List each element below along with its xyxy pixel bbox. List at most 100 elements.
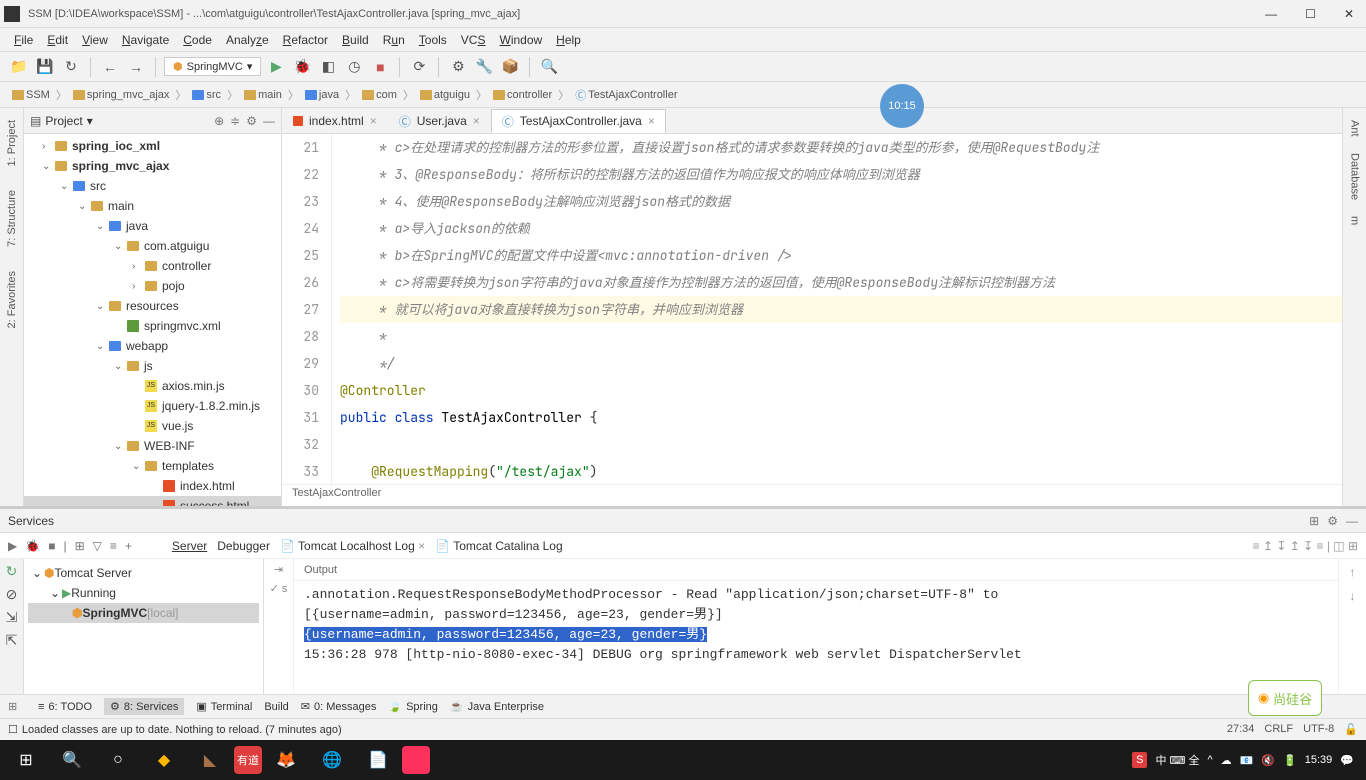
back-icon[interactable]: ←	[99, 56, 121, 78]
tab-testajaxcontroller[interactable]: ⒸTestAjaxController.java×	[491, 109, 666, 133]
cortana-button[interactable]: ○	[96, 740, 140, 780]
rerun-icon[interactable]: ↻	[6, 563, 18, 580]
stop-icon[interactable]: ■	[369, 56, 391, 78]
intellij-icon[interactable]	[402, 746, 430, 774]
tree-vue[interactable]: JSvue.js	[24, 416, 281, 436]
start-button[interactable]: ⊞	[4, 740, 48, 780]
collapse-icon[interactable]: ≑	[230, 114, 240, 128]
crumb-module[interactable]: spring_mvc_ajax	[69, 87, 174, 103]
run-config-selector[interactable]: ⬢ SpringMVC ▾	[164, 57, 261, 76]
collapse-icon[interactable]: ⇱	[6, 632, 18, 649]
firefox-icon[interactable]: 🦊	[264, 740, 308, 780]
structure-tool-tab[interactable]: 7: Structure	[4, 182, 20, 255]
services-tab-localhost-log[interactable]: 📄 Tomcat Localhost Log ×	[280, 539, 425, 553]
coverage-icon[interactable]: ◧	[317, 56, 339, 78]
menu-file[interactable]: File	[8, 31, 39, 49]
tree-springmvc-xml[interactable]: springmvc.xml	[24, 316, 281, 336]
minimize-button[interactable]: —	[1257, 5, 1285, 23]
hide-icon[interactable]: —	[1346, 514, 1358, 528]
encoding[interactable]: UTF-8	[1303, 723, 1334, 736]
chrome-icon[interactable]: 🌐	[310, 740, 354, 780]
tree-spring-ioc[interactable]: ›spring_ioc_xml	[24, 136, 281, 156]
spring-tab[interactable]: 🍃 Spring	[388, 700, 438, 713]
tree-success-html[interactable]: success.html	[24, 496, 281, 506]
tree-index-html[interactable]: index.html	[24, 476, 281, 496]
app-icon-2[interactable]: ◣	[188, 740, 232, 780]
crumb-com[interactable]: com	[358, 87, 401, 103]
project-tool-tab[interactable]: 1: Project	[4, 112, 20, 174]
line-ending[interactable]: CRLF	[1264, 723, 1293, 736]
close-icon[interactable]: ×	[370, 114, 377, 128]
menu-code[interactable]: Code	[177, 31, 218, 49]
hide-icon[interactable]: —	[263, 114, 275, 128]
gear-icon[interactable]: ⚙	[1327, 514, 1338, 528]
crumb-main[interactable]: main	[240, 87, 286, 103]
tree-java[interactable]: ⌄java	[24, 216, 281, 236]
favorites-tool-tab[interactable]: 2: Favorites	[4, 263, 20, 336]
messages-tab[interactable]: ✉ 0: Messages	[301, 700, 377, 713]
tree-spring-mvc-ajax[interactable]: ⌄spring_mvc_ajax	[24, 156, 281, 176]
crumb-java[interactable]: java	[301, 87, 343, 103]
search-icon[interactable]: 🔍	[538, 56, 560, 78]
tree-axios[interactable]: JSaxios.min.js	[24, 376, 281, 396]
console[interactable]: .annotation.RequestResponseBodyMethodPro…	[294, 581, 1338, 694]
tree-webapp[interactable]: ⌄webapp	[24, 336, 281, 356]
menu-refactor[interactable]: Refactor	[277, 31, 334, 49]
filter-icon[interactable]: ⊞	[1309, 514, 1319, 528]
notepad-icon[interactable]: 📄	[356, 740, 400, 780]
build-tab[interactable]: Build	[264, 701, 288, 713]
menu-edit[interactable]: Edit	[41, 31, 74, 49]
close-icon[interactable]: ×	[473, 114, 480, 128]
settings-icon[interactable]: 🔧	[473, 56, 495, 78]
menu-help[interactable]: Help	[550, 31, 587, 49]
app-icon-1[interactable]: ◆	[142, 740, 186, 780]
tree-main[interactable]: ⌄main	[24, 196, 281, 216]
gear-icon[interactable]: ⚙	[246, 114, 257, 128]
menu-vcs[interactable]: VCS	[455, 31, 492, 49]
scroll-up-icon[interactable]: ↑	[1350, 565, 1356, 579]
crumb-atguigu[interactable]: atguigu	[416, 87, 474, 103]
run-icon[interactable]: ▶	[265, 56, 287, 78]
cursor-position[interactable]: 27:34	[1227, 723, 1255, 736]
menu-run[interactable]: Run	[377, 31, 411, 49]
structure-icon[interactable]: ⚙	[447, 56, 469, 78]
menu-window[interactable]: Window	[493, 31, 548, 49]
open-icon[interactable]: 📁	[8, 56, 30, 78]
tree-pojo[interactable]: ›pojo	[24, 276, 281, 296]
menu-tools[interactable]: Tools	[413, 31, 453, 49]
tab-user-java[interactable]: ⒸUser.java×	[388, 109, 491, 133]
persistence-tab[interactable]: ⊞	[8, 700, 26, 713]
close-button[interactable]: ✕	[1336, 5, 1362, 23]
tree-jquery[interactable]: JSjquery-1.8.2.min.js	[24, 396, 281, 416]
crumb-src[interactable]: src	[188, 87, 225, 103]
tree-controller[interactable]: ›controller	[24, 256, 281, 276]
crumb-controller[interactable]: controller	[489, 87, 556, 103]
maximize-button[interactable]: ☐	[1297, 5, 1324, 23]
services-tab-debugger[interactable]: Debugger	[217, 539, 270, 553]
tree-src[interactable]: ⌄src	[24, 176, 281, 196]
tab-index-html[interactable]: index.html×	[282, 109, 388, 133]
services-tab[interactable]: ⚙ 8: Services	[104, 698, 184, 715]
target-icon[interactable]: ⊕	[214, 114, 224, 128]
profile-icon[interactable]: ◷	[343, 56, 365, 78]
terminal-tab[interactable]: ▣ Terminal	[196, 700, 252, 713]
menu-analyze[interactable]: Analyze	[220, 31, 275, 49]
forward-icon[interactable]: →	[125, 56, 147, 78]
readonly-icon[interactable]: 🔓	[1344, 723, 1358, 736]
code-area[interactable]: 2122232425262728293031323334 * c>在处理请求的控…	[282, 134, 1342, 484]
database-tool-tab[interactable]: Database	[1347, 145, 1363, 208]
menu-view[interactable]: View	[76, 31, 114, 49]
services-tree[interactable]: ⌄⬢ Tomcat Server ⌄▶ Running ⬢ SpringMVC …	[24, 559, 264, 694]
menu-build[interactable]: Build	[336, 31, 375, 49]
app-icon-3[interactable]: 有道	[234, 746, 262, 774]
update-icon[interactable]: ⟳	[408, 56, 430, 78]
services-tab-catalina-log[interactable]: 📄 Tomcat Catalina Log	[435, 539, 562, 553]
crumb-ssm[interactable]: SSM	[8, 87, 54, 103]
services-toolbar-left[interactable]: ▶🐞■|⊞▽≡+	[8, 539, 132, 553]
expand-icon[interactable]: ⇲	[6, 609, 18, 626]
crumb-file[interactable]: ⒸTestAjaxController	[571, 85, 681, 105]
stop-icon[interactable]: ⊘	[6, 586, 18, 603]
system-tray[interactable]: S 中 ⌨ 全 ^☁📧🔇🔋 15:39 💬	[1132, 752, 1362, 768]
close-icon[interactable]: ×	[648, 114, 655, 128]
code-content[interactable]: * c>在处理请求的控制器方法的形参位置，直接设置json格式的请求参数要转换的…	[332, 134, 1342, 484]
